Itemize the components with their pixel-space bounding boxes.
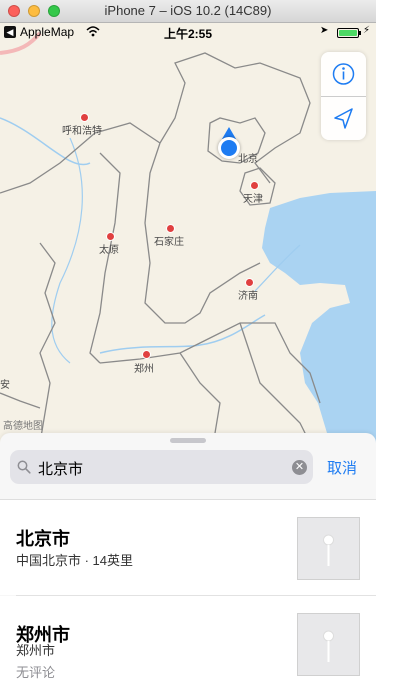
city-label-taiyuan: 太原 (99, 245, 119, 256)
city-marker-taiyuan[interactable] (106, 232, 115, 241)
search-sheet: 北京市 ✕ 取消 北京市 中国北京市 · 14英里 郑州市 郑州市 无评论 (0, 433, 376, 689)
result-title: 北京市 (16, 529, 70, 549)
result-review-status: 无评论 (16, 665, 56, 680)
location-services-icon: ➤ (320, 25, 329, 36)
user-location-dot[interactable] (218, 137, 240, 159)
city-marker-shijiazhuang[interactable] (166, 224, 175, 233)
city-marker-jinan[interactable] (245, 278, 254, 287)
track-location-button[interactable] (321, 97, 366, 140)
result-subtitle: 中国北京市 · 14英里 (16, 553, 134, 568)
battery-cap (359, 31, 361, 35)
map-canvas (0, 31, 376, 443)
simulator-titlebar: iPhone 7 – iOS 10.2 (14C89) (0, 0, 376, 23)
sheet-grabber-handle[interactable] (170, 438, 206, 443)
battery-level-fill (339, 30, 357, 36)
search-icon (17, 460, 31, 474)
pin-icon (323, 630, 334, 662)
search-result-item[interactable]: 郑州市 郑州市 无评论 (0, 596, 376, 689)
battery-icon (337, 28, 359, 38)
map-view[interactable]: 呼和浩特 北京 天津 太原 石家庄 济南 郑州 安 高德地图 (0, 23, 376, 443)
search-input[interactable]: 北京市 ✕ (10, 450, 313, 484)
city-label-xian: 安 (0, 380, 10, 391)
charging-icon: ⚡ (363, 25, 371, 36)
result-thumbnail (297, 613, 360, 676)
city-label-hohhot: 呼和浩特 (62, 126, 102, 137)
search-query: 北京市 (38, 461, 84, 478)
legal-attribution[interactable]: 高德地图 (3, 417, 43, 432)
location-arrow-icon (334, 108, 353, 129)
status-bar: ◀ AppleMap 上午2:55 ➤ ⚡ (0, 23, 376, 43)
device-screen: 呼和浩特 北京 天津 太原 石家庄 济南 郑州 安 高德地图 ◀ AppleMa… (0, 23, 376, 689)
city-marker-zhengzhou[interactable] (142, 350, 151, 359)
city-label-jinan: 济南 (238, 291, 258, 302)
window-background (376, 0, 405, 689)
city-label-zhengzhou: 郑州 (134, 364, 154, 375)
result-thumbnail (297, 517, 360, 580)
city-marker-hohhot[interactable] (80, 113, 89, 122)
info-icon (332, 63, 355, 85)
result-subtitle: 郑州市 (16, 643, 56, 658)
city-label-tianjin: 天津 (243, 194, 263, 205)
map-controls (321, 52, 366, 140)
clear-text-icon[interactable]: ✕ (292, 460, 307, 475)
search-result-item[interactable]: 北京市 中国北京市 · 14英里 (0, 500, 376, 595)
window-title: iPhone 7 – iOS 10.2 (14C89) (104, 3, 272, 18)
info-button[interactable] (321, 52, 366, 96)
pin-icon (323, 534, 334, 566)
city-label-shijiazhuang: 石家庄 (154, 237, 184, 248)
city-marker-tianjin[interactable] (250, 181, 259, 190)
cancel-button[interactable]: 取消 (327, 457, 357, 478)
city-label-beijing: 北京 (238, 154, 258, 165)
